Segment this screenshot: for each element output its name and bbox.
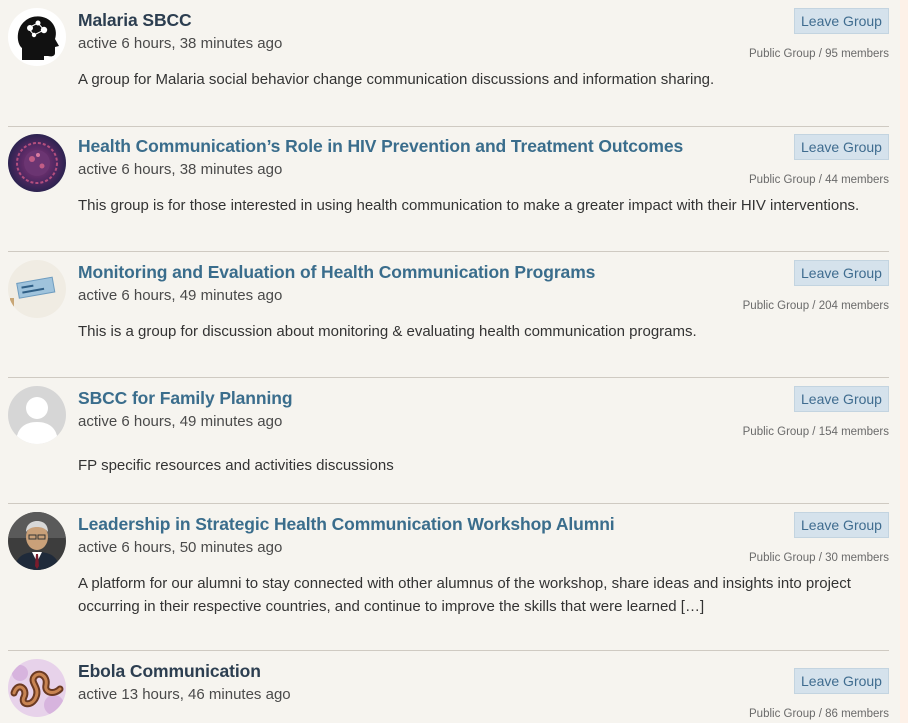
group-meta: Public Group / 154 members — [742, 426, 889, 438]
group-description: This is a group for discussion about mon… — [78, 323, 697, 340]
group-title-link[interactable]: Monitoring and Evaluation of Health Comm… — [78, 262, 595, 283]
group-avatar[interactable] — [8, 260, 66, 318]
group-title-link[interactable]: SBCC for Family Planning — [78, 388, 293, 409]
group-activity: active 6 hours, 49 minutes ago — [78, 287, 283, 304]
group-item: Leadership in Strategic Health Communica… — [8, 504, 889, 651]
leave-group-button[interactable]: Leave Group — [794, 260, 889, 286]
group-avatar[interactable] — [8, 134, 66, 192]
group-activity: active 6 hours, 38 minutes ago — [78, 161, 283, 178]
note-card-icon — [8, 260, 66, 318]
person-photo-icon — [8, 512, 66, 570]
group-description: A group for Malaria social behavior chan… — [78, 71, 715, 88]
group-meta: Public Group / 204 members — [742, 300, 889, 312]
group-item: Ebola Communication active 13 hours, 46 … — [8, 651, 889, 723]
head-silhouette-icon — [8, 8, 66, 66]
group-title-link[interactable]: Ebola Communication — [78, 661, 261, 682]
ebola-virus-icon — [8, 659, 66, 717]
group-activity: active 6 hours, 38 minutes ago — [78, 35, 283, 52]
group-avatar[interactable] — [8, 659, 66, 717]
virus-image-icon — [8, 134, 66, 192]
group-description: This group is for those interested in us… — [78, 197, 860, 214]
leave-group-button[interactable]: Leave Group — [794, 8, 889, 34]
group-description: FP specific resources and activities dis… — [78, 457, 394, 474]
leave-group-button[interactable]: Leave Group — [794, 668, 889, 694]
group-item: Monitoring and Evaluation of Health Comm… — [8, 252, 889, 378]
group-avatar[interactable] — [8, 512, 66, 570]
leave-group-button[interactable]: Leave Group — [794, 512, 889, 538]
group-description: A platform for our alumni to stay connec… — [78, 575, 851, 615]
group-title-link[interactable]: Malaria SBCC — [78, 10, 192, 31]
group-meta: Public Group / 86 members — [749, 708, 889, 720]
group-avatar[interactable] — [8, 386, 66, 444]
leave-group-button[interactable]: Leave Group — [794, 134, 889, 160]
leave-group-button[interactable]: Leave Group — [794, 386, 889, 412]
group-title-link[interactable]: Health Communication’s Role in HIV Preve… — [78, 136, 683, 157]
group-meta: Public Group / 95 members — [749, 48, 889, 60]
group-meta: Public Group / 44 members — [749, 174, 889, 186]
group-item: SBCC for Family Planning active 6 hours,… — [8, 378, 889, 504]
default-user-icon — [8, 386, 66, 444]
group-activity: active 6 hours, 50 minutes ago — [78, 539, 283, 556]
group-activity: active 6 hours, 49 minutes ago — [78, 413, 283, 430]
group-item: Health Communication’s Role in HIV Preve… — [8, 126, 889, 252]
group-title-link[interactable]: Leadership in Strategic Health Communica… — [78, 514, 615, 535]
group-activity: active 13 hours, 46 minutes ago — [78, 686, 291, 703]
group-meta: Public Group / 30 members — [749, 552, 889, 564]
group-avatar[interactable] — [8, 8, 66, 66]
group-item: Malaria SBCC active 6 hours, 38 minutes … — [8, 0, 889, 127]
groups-list: Malaria SBCC active 6 hours, 38 minutes … — [0, 0, 900, 723]
